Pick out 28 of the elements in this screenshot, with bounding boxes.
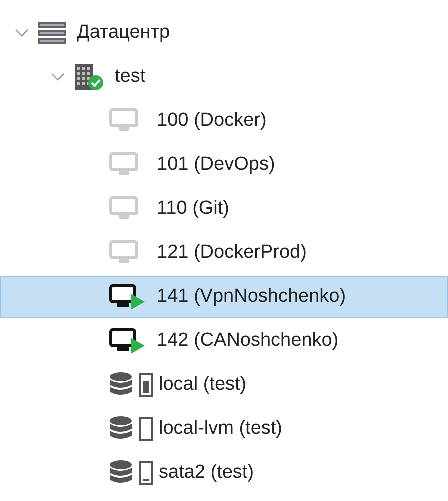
- tree-item[interactable]: test: [0, 56, 448, 98]
- usage-bar: [139, 373, 153, 397]
- tree-label: 121 (DockerProd): [157, 242, 307, 264]
- tree-label: Датацентр: [77, 22, 170, 44]
- tree-label: local (test): [159, 374, 247, 396]
- tree-label: 142 (CANoshchenko): [157, 330, 339, 352]
- tree-item[interactable]: 101 (DevOps): [0, 144, 448, 186]
- tree-item[interactable]: 110 (Git): [0, 188, 448, 230]
- database-icon: [109, 460, 133, 486]
- database-icon: [109, 372, 133, 398]
- tree-item[interactable]: local (test): [0, 364, 448, 406]
- tree-label: 141 (VpnNoshchenko): [157, 286, 346, 308]
- tree-item[interactable]: 100 (Docker): [0, 100, 448, 142]
- server-rack-icon: [37, 22, 67, 44]
- tree-label: 101 (DevOps): [157, 154, 276, 176]
- tree-item[interactable]: local-lvm (test): [0, 408, 448, 450]
- tree-item[interactable]: 142 (CANoshchenko): [0, 320, 448, 362]
- tree-label: local-lvm (test): [159, 418, 283, 440]
- usage-bar: [139, 461, 153, 485]
- tree-label: sata2 (test): [159, 462, 254, 484]
- tree-item[interactable]: sata2 (test): [0, 452, 448, 494]
- tree-item[interactable]: 141 (VpnNoshchenko): [0, 276, 448, 318]
- database-icon: [109, 416, 133, 442]
- tree-label: test: [115, 66, 146, 88]
- tree-item[interactable]: 121 (DockerProd): [0, 232, 448, 274]
- tree-label: 100 (Docker): [157, 110, 267, 132]
- tree-item[interactable]: Датацентр: [0, 12, 448, 54]
- tree-label: 110 (Git): [157, 198, 230, 220]
